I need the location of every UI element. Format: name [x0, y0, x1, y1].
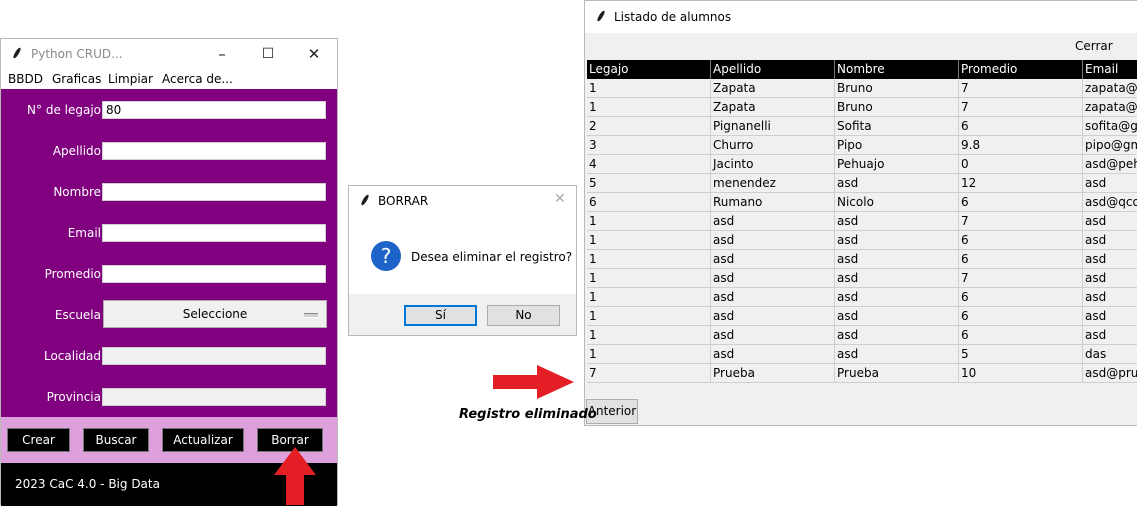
annotation-layer	[274, 365, 574, 505]
red-arrow-right-icon	[493, 365, 574, 399]
annotation-caption: Registro eliminado	[459, 407, 597, 422]
red-arrow-up-icon	[274, 447, 316, 505]
